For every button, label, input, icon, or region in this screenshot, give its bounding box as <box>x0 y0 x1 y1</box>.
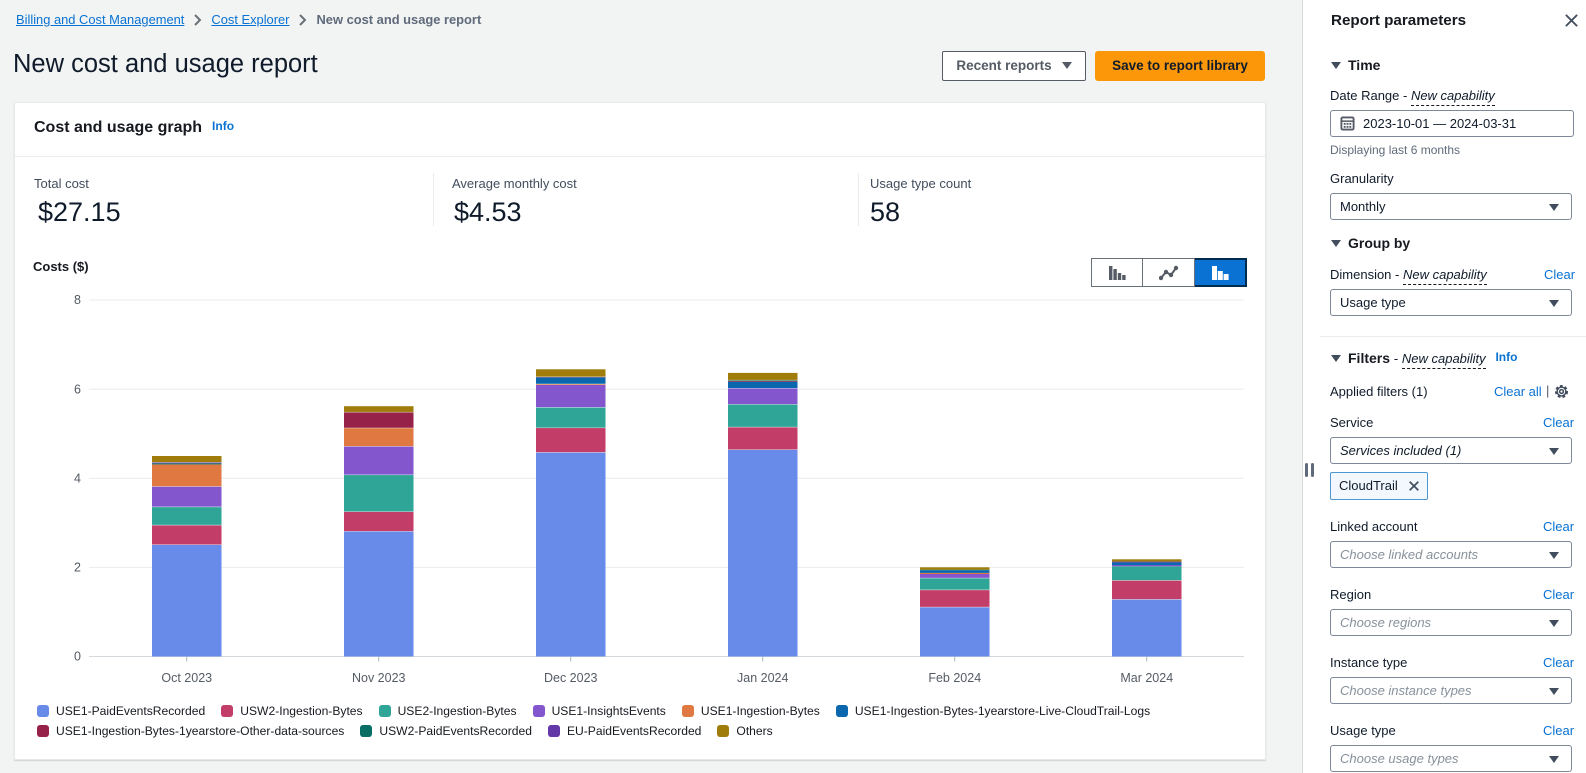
svg-text:Dec 2023: Dec 2023 <box>544 671 598 685</box>
svg-text:Oct 2023: Oct 2023 <box>161 671 212 685</box>
svg-text:Mar 2024: Mar 2024 <box>1120 671 1173 685</box>
svg-text:Feb 2024: Feb 2024 <box>928 671 981 685</box>
svg-text:4: 4 <box>74 471 81 485</box>
svg-text:6: 6 <box>74 382 81 396</box>
svg-text:8: 8 <box>74 293 81 307</box>
svg-text:Nov 2023: Nov 2023 <box>352 671 406 685</box>
svg-text:Jan 2024: Jan 2024 <box>737 671 788 685</box>
svg-text:0: 0 <box>74 650 81 664</box>
svg-text:2: 2 <box>74 561 81 575</box>
